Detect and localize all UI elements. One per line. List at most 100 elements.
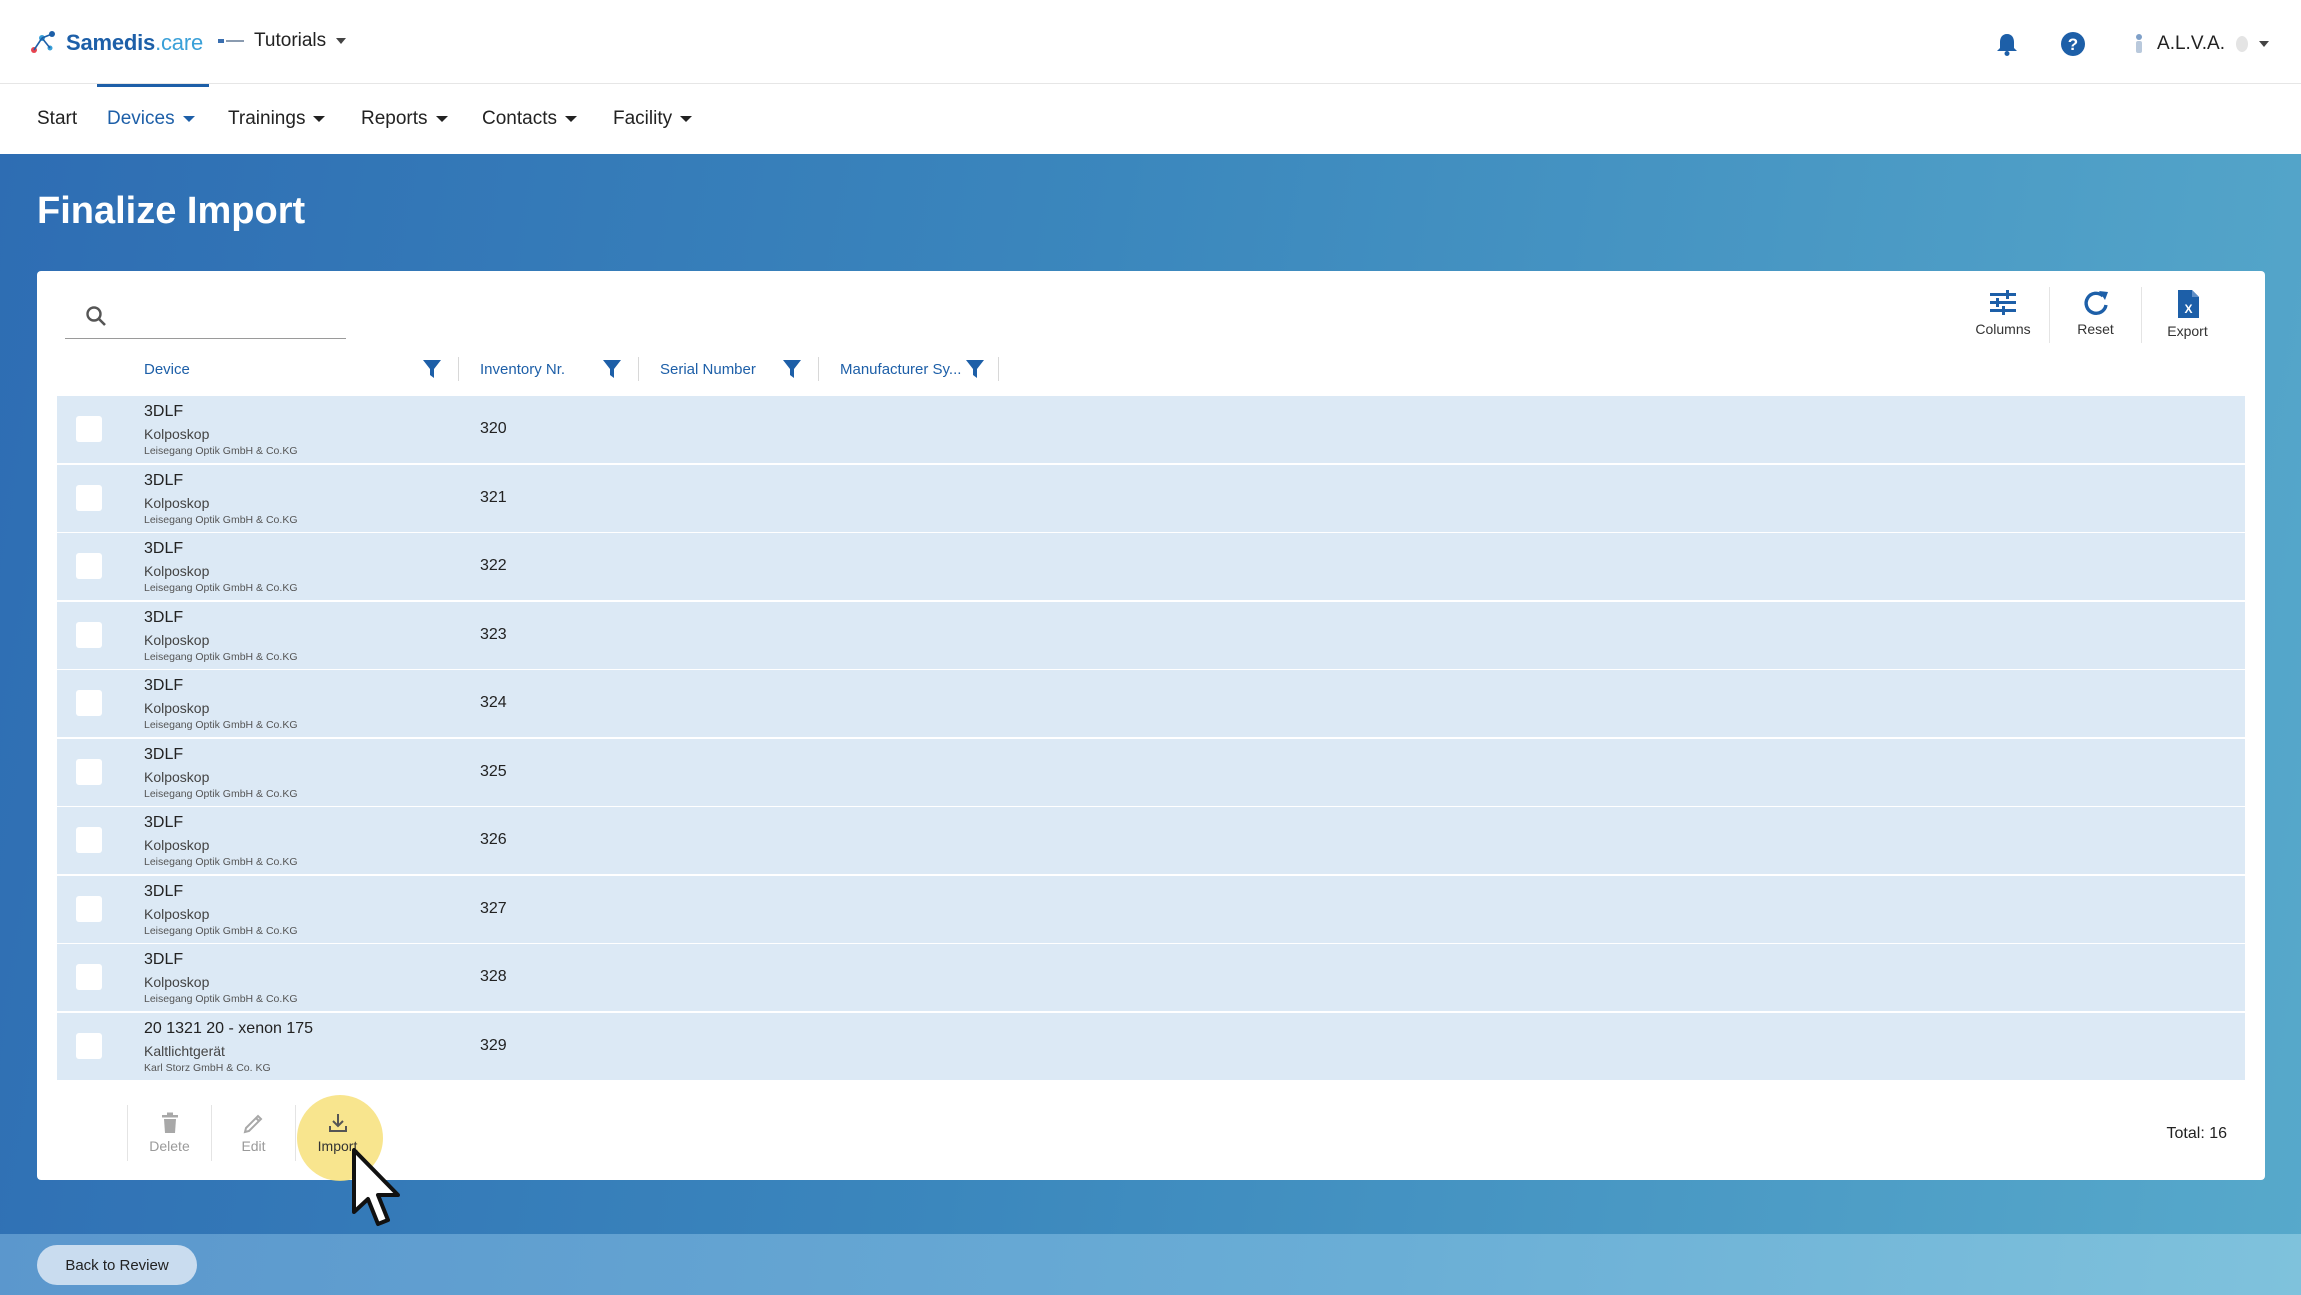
table-row[interactable]: 3DLF Kolposkop Leisegang Optik GmbH & Co… xyxy=(57,670,2245,738)
total-count: Total: 16 xyxy=(2166,1125,2227,1142)
delete-button[interactable]: Delete xyxy=(127,1105,211,1161)
nav-contacts[interactable]: Contacts xyxy=(482,84,577,154)
inventory-cell: 322 xyxy=(480,557,507,574)
caret-down-icon xyxy=(182,116,195,122)
filter-icon[interactable] xyxy=(602,358,622,380)
column-header-device[interactable]: Device xyxy=(144,349,190,389)
brand-name: Samedis.care xyxy=(66,30,204,55)
row-checkbox[interactable] xyxy=(76,964,102,990)
inventory-cell: 329 xyxy=(480,1036,507,1054)
chevron-down-icon xyxy=(336,38,347,44)
bottom-bar xyxy=(0,1234,2301,1295)
nav-start[interactable]: Start xyxy=(37,84,77,154)
export-button[interactable]: X Export xyxy=(2141,287,2233,343)
device-cell: 20 1321 20 - xenon 175 Kaltlichtgerät Ka… xyxy=(144,1019,314,1074)
filter-icon[interactable] xyxy=(782,358,802,380)
table-row[interactable]: 3DLF Kolposkop Leisegang Optik GmbH & Co… xyxy=(57,464,2245,533)
row-checkbox[interactable] xyxy=(76,484,102,511)
download-icon xyxy=(328,1114,347,1132)
inventory-cell: 320 xyxy=(480,420,507,437)
inventory-cell: 327 xyxy=(480,899,507,917)
import-table-card: Columns Reset X Export Device Inventory … xyxy=(37,271,2265,1181)
nav-reports[interactable]: Reports xyxy=(361,84,448,154)
search-input[interactable] xyxy=(121,301,336,331)
inventory-cell: 325 xyxy=(480,762,507,780)
excel-file-icon: X xyxy=(2177,290,2199,318)
table-row[interactable]: 3DLF Kolposkop Leisegang Optik GmbH & Co… xyxy=(57,601,2245,670)
svg-text:?: ? xyxy=(2068,35,2078,54)
caret-down-icon xyxy=(313,116,326,122)
back-to-review-button[interactable]: Back to Review xyxy=(37,1245,197,1285)
table-row[interactable]: 3DLF Kolposkop Leisegang Optik GmbH & Co… xyxy=(57,875,2245,944)
device-cell: 3DLF Kolposkop Leisegang Optik GmbH & Co… xyxy=(144,403,298,457)
row-checkbox[interactable] xyxy=(76,416,102,442)
user-name: A.L.V.A. xyxy=(2157,33,2225,54)
reset-button[interactable]: Reset xyxy=(2049,287,2141,343)
column-header-serial-number[interactable]: Serial Number xyxy=(660,349,756,389)
nav-facility[interactable]: Facility xyxy=(613,84,693,154)
tenant-name: Tutorials xyxy=(254,30,327,51)
filter-icon[interactable] xyxy=(965,358,985,380)
row-checkbox[interactable] xyxy=(76,758,102,785)
logo-molecule-icon xyxy=(31,31,55,53)
device-cell: 3DLF Kolposkop Leisegang Optik GmbH & Co… xyxy=(144,951,298,1005)
trash-icon xyxy=(161,1112,178,1133)
pencil-icon xyxy=(243,1114,262,1134)
edit-button[interactable]: Edit xyxy=(211,1105,295,1161)
table-row[interactable]: 3DLF Kolposkop Leisegang Optik GmbH & Co… xyxy=(57,944,2245,1012)
help-icon[interactable]: ? xyxy=(2055,26,2091,62)
main-navigation: Start Devices Trainings Reports Contacts… xyxy=(0,84,2301,154)
row-checkbox[interactable] xyxy=(76,553,102,579)
caret-down-icon xyxy=(680,116,693,122)
table-header: Device Inventory Nr. Serial Number Manuf… xyxy=(57,349,2245,389)
column-header-inventory-nr[interactable]: Inventory Nr. xyxy=(480,349,565,389)
svg-text:X: X xyxy=(2184,302,2192,316)
table-row[interactable]: 3DLF Kolposkop Leisegang Optik GmbH & Co… xyxy=(57,738,2245,807)
column-separator[interactable] xyxy=(638,357,639,381)
mouse-cursor-icon xyxy=(352,1148,400,1226)
search-icon xyxy=(86,306,106,326)
samedis-logo[interactable]: Samedis.care xyxy=(28,26,203,60)
search-box xyxy=(65,293,346,339)
column-header-manufacturer-system[interactable]: Manufacturer Sy... xyxy=(840,349,961,389)
table-row[interactable]: 20 1321 20 - xenon 175 Kaltlichtgerät Ka… xyxy=(57,1012,2245,1081)
table-row[interactable]: 3DLF Kolposkop Leisegang Optik GmbH & Co… xyxy=(57,533,2245,601)
table-row[interactable]: 3DLF Kolposkop Leisegang Optik GmbH & Co… xyxy=(57,396,2245,464)
column-separator[interactable] xyxy=(458,357,459,381)
nav-devices[interactable]: Devices xyxy=(107,84,195,154)
device-cell: 3DLF Kolposkop Leisegang Optik GmbH & Co… xyxy=(144,745,298,800)
notifications-bell-icon[interactable] xyxy=(1989,26,2025,62)
filter-icon[interactable] xyxy=(422,358,442,380)
nav-trainings[interactable]: Trainings xyxy=(228,84,326,154)
device-cell: 3DLF Kolposkop Leisegang Optik GmbH & Co… xyxy=(144,814,298,868)
user-menu[interactable]: A.L.V.A. xyxy=(2131,33,2269,55)
header-actions: ? A.L.V.A. xyxy=(1989,24,2301,64)
device-cell: 3DLF Kolposkop Leisegang Optik GmbH & Co… xyxy=(144,471,298,526)
user-avatar-icon xyxy=(2236,36,2248,52)
column-separator[interactable] xyxy=(818,357,819,381)
chevron-down-icon xyxy=(2259,41,2269,47)
device-cell: 3DLF Kolposkop Leisegang Optik GmbH & Co… xyxy=(144,882,298,937)
row-checkbox[interactable] xyxy=(76,895,102,922)
device-cell: 3DLF Kolposkop Leisegang Optik GmbH & Co… xyxy=(144,677,298,731)
row-checkbox[interactable] xyxy=(76,1032,102,1059)
row-checkbox[interactable] xyxy=(76,690,102,716)
row-checkbox[interactable] xyxy=(76,621,102,648)
refresh-icon xyxy=(2083,291,2108,315)
device-cell: 3DLF Kolposkop Leisegang Optik GmbH & Co… xyxy=(144,608,298,663)
inventory-cell: 323 xyxy=(480,625,507,643)
page-title: Finalize Import xyxy=(37,190,306,232)
columns-button[interactable]: Columns xyxy=(1957,287,2049,343)
inventory-cell: 326 xyxy=(480,831,507,848)
user-figure-icon xyxy=(2136,34,2143,53)
inventory-cell: 328 xyxy=(480,968,507,985)
top-header: Samedis.care Tutorials ? A.L.V.A. xyxy=(0,0,2301,84)
table-row[interactable]: 3DLF Kolposkop Leisegang Optik GmbH & Co… xyxy=(57,807,2245,875)
columns-sliders-icon xyxy=(1990,290,2016,315)
row-checkbox[interactable] xyxy=(76,827,102,853)
column-separator[interactable] xyxy=(998,357,999,381)
table-toolbar: Columns Reset X Export xyxy=(1957,287,2233,343)
tenant-selector[interactable]: Tutorials xyxy=(218,30,347,52)
inventory-cell: 324 xyxy=(480,694,507,711)
caret-down-icon xyxy=(564,116,577,122)
